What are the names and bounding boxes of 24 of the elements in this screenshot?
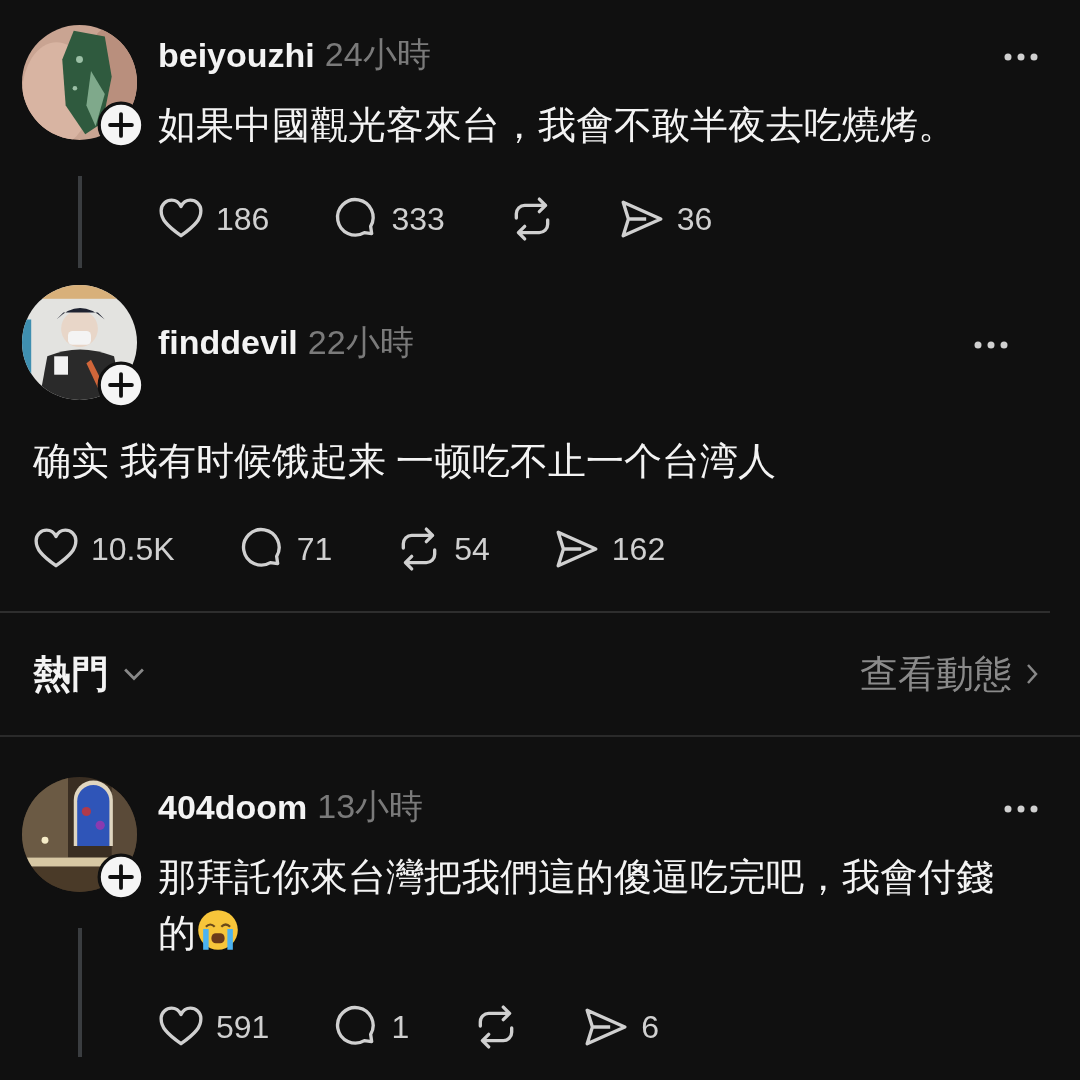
sort-dropdown[interactable]: 熱門 bbox=[33, 648, 109, 700]
count: 333 bbox=[391, 200, 445, 238]
count: 591 bbox=[216, 1008, 270, 1046]
post-time: 22小時 bbox=[307, 321, 414, 363]
count: 6 bbox=[641, 1008, 659, 1046]
post-time: 24小時 bbox=[324, 34, 431, 75]
username[interactable]: finddevil bbox=[158, 323, 298, 362]
post-text: 确实 我有时候饿起来 一顿吃不止一个台湾人 bbox=[33, 439, 778, 484]
count: 186 bbox=[216, 200, 270, 238]
post-text: 那拜託你來台灣把我們這的傻逼吃完吧，我會付錢的 bbox=[158, 855, 995, 956]
count: 71 bbox=[296, 530, 333, 568]
count: 10.5K bbox=[91, 530, 175, 568]
view-activity-link[interactable]: 查看動態 bbox=[860, 648, 1012, 700]
count: 1 bbox=[391, 1008, 410, 1046]
follow-button[interactable] bbox=[97, 361, 145, 409]
follow-button[interactable] bbox=[97, 853, 145, 901]
username[interactable]: 404doom bbox=[158, 787, 308, 827]
follow-button[interactable] bbox=[97, 101, 145, 149]
post-time: 13小時 bbox=[317, 786, 424, 827]
count: 162 bbox=[611, 530, 666, 568]
count: 54 bbox=[454, 530, 490, 568]
username[interactable]: beiyouzhi bbox=[158, 35, 315, 75]
post-text: 如果中國觀光客來台，我會不敢半夜去吃燒烤。 bbox=[158, 103, 957, 148]
count: 36 bbox=[676, 200, 713, 238]
